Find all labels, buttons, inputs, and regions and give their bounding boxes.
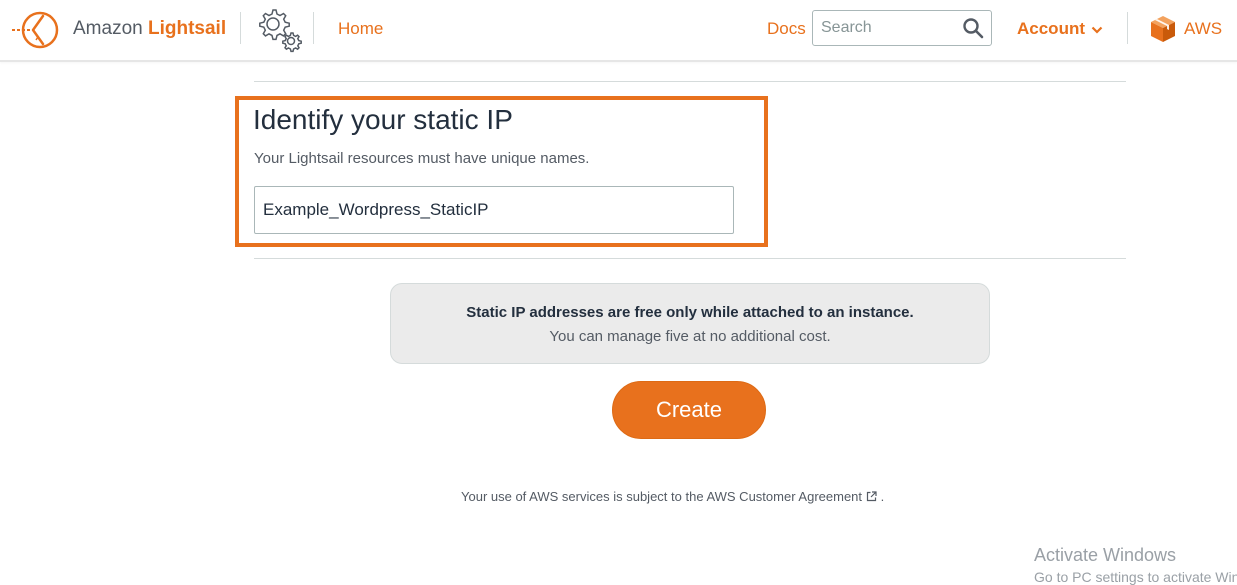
pricing-info-box: Static IP addresses are free only while … <box>390 283 990 364</box>
lightsail-logo-icon[interactable] <box>12 8 62 52</box>
search-box <box>812 10 992 46</box>
docs-link[interactable]: Docs <box>767 19 806 39</box>
external-link-icon[interactable] <box>866 491 877 502</box>
account-menu[interactable]: Account <box>1017 19 1103 39</box>
chevron-down-icon <box>1091 26 1103 34</box>
section-description: Your Lightsail resources must have uniqu… <box>254 150 590 167</box>
top-nav-bar: Amazon Lightsail Home Docs Account AWS <box>0 0 1237 62</box>
pricing-info-subtext: You can manage five at no additional cos… <box>549 328 831 345</box>
search-icon[interactable] <box>962 17 984 39</box>
static-ip-name-input[interactable] <box>254 186 734 234</box>
aws-console-link[interactable]: AWS <box>1184 19 1222 39</box>
aws-cube-icon[interactable] <box>1150 15 1176 43</box>
home-link[interactable]: Home <box>338 19 383 39</box>
settings-gear-icon[interactable] <box>252 4 304 54</box>
pricing-info-heading: Static IP addresses are free only while … <box>466 304 914 321</box>
section-divider <box>254 258 1126 259</box>
nav-divider <box>1127 12 1128 44</box>
customer-agreement-link[interactable]: Your use of AWS services is subject to t… <box>461 489 862 504</box>
account-label: Account <box>1017 19 1085 38</box>
section-divider <box>254 81 1126 82</box>
app-logo-text[interactable]: Amazon Lightsail <box>73 18 226 40</box>
activate-windows-subtitle: Go to PC settings to activate Windows. <box>1034 569 1237 585</box>
activate-windows-title: Activate Windows <box>1034 545 1177 565</box>
footer-period: . <box>880 489 885 504</box>
customer-agreement-notice: Your use of AWS services is subject to t… <box>461 489 884 504</box>
create-button[interactable]: Create <box>612 381 766 439</box>
nav-divider <box>313 12 314 44</box>
search-input[interactable] <box>813 11 953 45</box>
section-title: Identify your static IP <box>253 104 513 135</box>
nav-divider <box>240 12 241 44</box>
